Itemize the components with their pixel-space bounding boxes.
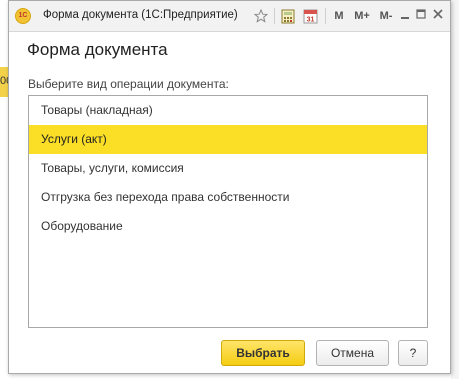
help-button[interactable]: ? (398, 340, 428, 366)
title-bar[interactable]: 1С Форма документа (1С:Предприятие) 31 M… (9, 1, 450, 32)
list-item-goods-services-commission[interactable]: Товары, услуги, комиссия (29, 154, 427, 183)
operation-prompt: Выберите вид операции документа: (28, 77, 229, 91)
m-minus-button[interactable]: M- (375, 7, 397, 25)
form-heading: Форма документа (27, 40, 168, 59)
calendar-label: 31 (306, 17, 314, 24)
background-edge (451, 0, 459, 379)
window-title: Форма документа (1С:Предприятие) (43, 9, 238, 21)
minimize-icon[interactable] (398, 7, 412, 25)
close-icon[interactable] (431, 7, 445, 25)
m-button[interactable]: M (331, 7, 347, 25)
calculator-icon[interactable] (279, 7, 297, 25)
dialog-window: 1С Форма документа (1С:Предприятие) 31 M… (8, 0, 451, 374)
calendar-icon[interactable]: 31 (301, 7, 319, 25)
toolbar-separator (325, 8, 326, 24)
star-icon[interactable] (252, 7, 270, 25)
select-button[interactable]: Выбрать (221, 340, 305, 366)
1c-logo-icon: 1С (15, 8, 31, 24)
list-item-equipment[interactable]: Оборудование (29, 212, 427, 241)
cancel-button[interactable]: Отмена (316, 340, 389, 366)
toolbar-separator (274, 8, 275, 24)
operation-type-list[interactable]: Товары (накладная) Услуги (акт) Товары, … (28, 95, 428, 328)
list-item-services-act[interactable]: Услуги (акт) (29, 125, 427, 154)
list-item-shipment-without-ownership[interactable]: Отгрузка без перехода права собственност… (29, 183, 427, 212)
m-plus-button[interactable]: M+ (351, 7, 373, 25)
maximize-icon[interactable] (414, 7, 428, 25)
list-item-goods-invoice[interactable]: Товары (накладная) (29, 96, 427, 125)
